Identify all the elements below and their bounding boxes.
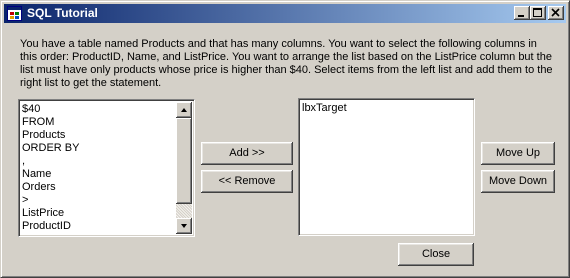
maximize-icon[interactable] [530,6,546,20]
target-listbox[interactable]: lbxTarget [298,98,475,236]
source-scrollbar[interactable] [176,102,192,234]
scroll-up-icon[interactable] [176,102,192,118]
list-item[interactable]: > [22,194,79,207]
add-button[interactable]: Add >> [201,142,293,165]
app-icon [7,6,22,21]
move-down-button[interactable]: Move Down [481,170,555,193]
close-button[interactable]: Close [398,243,474,266]
close-icon[interactable] [548,6,564,20]
sql-tutorial-window: SQL Tutorial You have a table named Prod… [0,0,570,278]
list-item[interactable]: Orders [22,181,79,194]
list-item[interactable]: Products [22,129,79,142]
scroll-down-icon[interactable] [176,218,192,234]
list-item[interactable]: ProductID [22,220,79,233]
list-item[interactable]: ListPrice [22,207,79,220]
list-item[interactable]: lbxTarget [302,102,347,115]
scroll-thumb[interactable] [176,118,192,204]
list-item[interactable]: FROM [22,116,79,129]
list-item[interactable]: ORDER BY [22,142,79,155]
window-title: SQL Tutorial [27,6,98,20]
list-item[interactable]: Name [22,168,79,181]
instructions-text: You have a table named Products and that… [20,38,553,89]
move-up-button[interactable]: Move Up [481,142,555,165]
minimize-icon[interactable] [514,6,530,20]
list-item[interactable]: , [22,155,79,168]
source-listbox[interactable]: $40 FROM Products ORDER BY, Name Orders > ListP… [18,99,195,237]
source-list-items: $40 FROM Products ORDER BY, Name Orders > ListP… [22,103,79,233]
target-list-items: lbxTarget [302,102,347,115]
title-bar[interactable]: SQL Tutorial [4,4,566,23]
list-item[interactable]: $40 [22,103,79,116]
remove-button[interactable]: << Remove [201,170,293,193]
